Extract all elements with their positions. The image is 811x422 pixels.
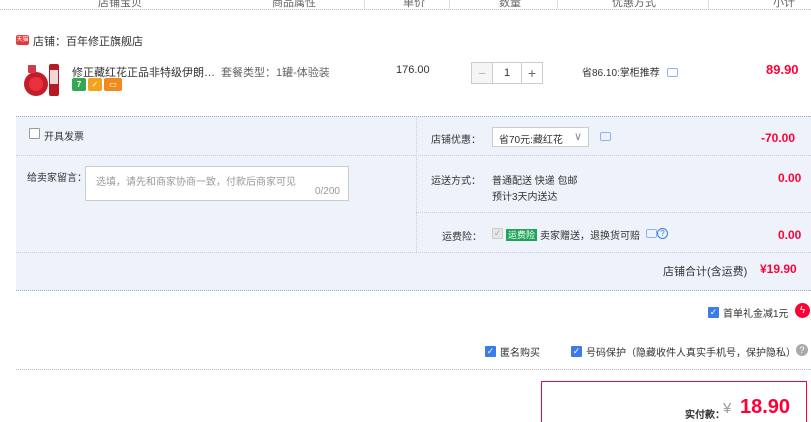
divider — [416, 212, 811, 213]
item-subtotal: 89.90 — [766, 62, 799, 77]
help-icon[interactable]: ? — [657, 228, 668, 239]
quantity-stepper: − 1 + — [471, 62, 543, 84]
authentic-guarantee-icon: ✓ — [88, 78, 102, 91]
insurance-text: 卖家赠送，退换货可赔 — [540, 231, 641, 242]
divider — [16, 369, 811, 370]
pay-amount: 18.90 — [740, 396, 791, 418]
header-divider — [708, 0, 709, 9]
chat-icon[interactable] — [646, 229, 657, 238]
shipping-amount: 0.00 — [778, 171, 802, 185]
chat-icon[interactable] — [667, 68, 678, 77]
shipping-eta: 预计3天内送达 — [492, 192, 558, 203]
invoice-label: 开具发票 — [44, 132, 84, 143]
header-col-item: 店铺宝贝 — [98, 0, 142, 9]
product-thumbnail[interactable] — [22, 60, 64, 102]
table-header: 店铺宝贝 商品属性 单价 数量 优惠方式 小计 — [0, 0, 811, 10]
insurance-checkbox: ✓ — [492, 228, 503, 239]
lightning-icon: ϟ — [795, 303, 810, 318]
quantity-input[interactable]: 1 — [493, 62, 521, 84]
shop-discount-select[interactable]: 省70元:藏红花 ∨ — [492, 127, 589, 147]
shipping-label: 运送方式： — [431, 176, 481, 187]
header-col-price: 单价 — [403, 0, 425, 9]
chevron-down-icon: ∨ — [573, 131, 582, 143]
shop-total-value: ¥19.90 — [760, 262, 797, 276]
invoice-checkbox[interactable] — [29, 128, 40, 139]
anonymous-checkbox[interactable]: ✓ — [485, 346, 496, 357]
phone-protect-label: 号码保护（隐藏收件人真实手机号，保护隐私） — [586, 348, 796, 359]
product-attribute: 套餐类型：1罐-体验装 — [221, 67, 330, 79]
header-col-qty: 数量 — [499, 0, 521, 9]
pay-currency: ¥ — [723, 400, 732, 417]
header-divider — [449, 0, 450, 9]
unit-price: 176.00 — [396, 64, 430, 76]
payment-card-icon: ▭ — [104, 78, 122, 91]
insurance-badge: 运费险 — [506, 228, 538, 241]
shop-discount-amount: -70.00 — [761, 131, 796, 145]
tmall-icon: 天猫 — [16, 35, 29, 45]
phone-protect-checkbox[interactable]: ✓ — [571, 346, 582, 357]
quantity-plus-button[interactable]: + — [521, 62, 543, 84]
pay-label: 实付款： — [685, 410, 725, 421]
shop-total-label: 店铺合计(含运费) — [663, 266, 748, 278]
seven-day-return-icon: 7 — [72, 78, 86, 91]
divider — [416, 116, 417, 252]
header-col-promo: 优惠方式 — [612, 0, 656, 9]
shop-name[interactable]: 店铺：百年修正旗舰店 — [33, 33, 143, 49]
phone-protect-option[interactable]: ✓ 号码保护（隐藏收件人真实手机号，保护隐私） — [571, 344, 796, 359]
anonymous-label: 匿名购买 — [500, 348, 540, 359]
header-divider — [557, 0, 558, 9]
header-col-attr: 商品属性 — [272, 0, 316, 9]
memo-label: 给卖家留言： — [27, 173, 87, 184]
header-col-subtotal: 小计 — [773, 0, 795, 9]
insurance-info: 运费险 卖家赠送，退换货可赔 — [506, 227, 640, 242]
gift-label: 首单礼金减1元 — [723, 309, 789, 320]
divider — [416, 155, 811, 156]
memo-placeholder: 选填，请先和商家协商一致，付款后商家可见 — [96, 177, 296, 188]
shop-discount-label: 店铺优惠： — [431, 135, 481, 146]
gift-checkbox[interactable]: ✓ — [708, 307, 719, 318]
gift-option[interactable]: ✓ 首单礼金减1元 — [708, 305, 789, 320]
header-divider — [364, 0, 365, 9]
service-icons: 7 ✓ ▭ — [72, 78, 122, 91]
help-icon[interactable]: ? — [796, 344, 808, 356]
anonymous-option[interactable]: ✓ 匿名购买 — [485, 344, 540, 359]
shop-discount-value: 省70元:藏红花 — [499, 135, 563, 146]
divider — [16, 155, 416, 156]
divider — [16, 252, 811, 253]
insurance-label: 运费险： — [442, 232, 482, 243]
promo-text: 省86.10:掌柜推荐 — [582, 68, 660, 79]
memo-textarea[interactable]: 选填，请先和商家协商一致，付款后商家可见 0/200 — [85, 166, 349, 201]
insurance-amount: 0.00 — [778, 228, 802, 242]
memo-char-count: 0/200 — [314, 186, 340, 197]
chat-icon[interactable] — [600, 132, 611, 141]
shipping-method: 普通配送 快递 包邮 — [492, 176, 578, 187]
quantity-minus-button[interactable]: − — [471, 62, 493, 84]
